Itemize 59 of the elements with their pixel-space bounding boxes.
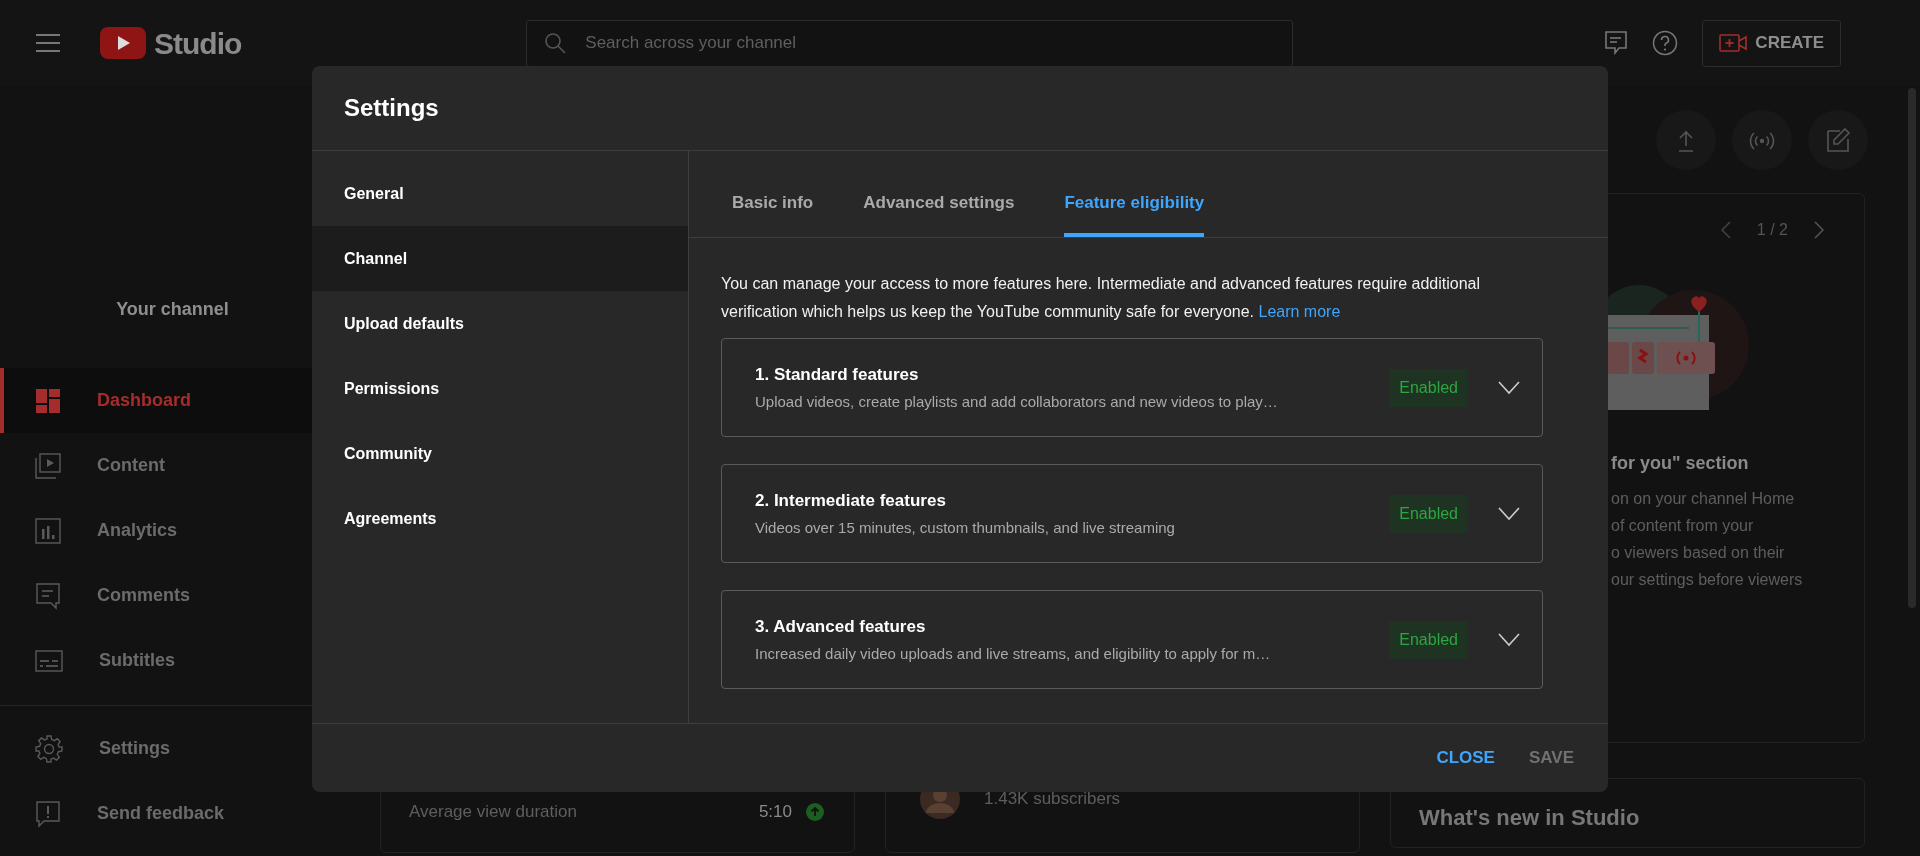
chevron-down-icon[interactable] bbox=[1498, 632, 1520, 647]
scrollbar[interactable] bbox=[1908, 88, 1916, 608]
sidebar-item[interactable]: Comments bbox=[0, 563, 345, 628]
feature-card[interactable]: 2. Intermediate features Videos over 15 minutes, custom thumbnails, and live streaming Enabled bbox=[721, 464, 1543, 563]
status-badge: Enabled bbox=[1389, 368, 1468, 407]
subscriber-count: 1.43K subscribers bbox=[984, 788, 1121, 811]
channel-label: Your channel bbox=[115, 298, 230, 321]
feature-title: 3. Advanced features bbox=[755, 616, 927, 638]
learn-more-link[interactable]: Learn more bbox=[1258, 303, 1341, 320]
menu-icon[interactable] bbox=[36, 34, 60, 52]
logo-icon bbox=[100, 27, 146, 59]
sidebar-item[interactable]: Settings bbox=[0, 716, 345, 781]
bar-chart-icon bbox=[35, 517, 61, 544]
dashboard-icon bbox=[35, 387, 61, 414]
video-camera-icon bbox=[1719, 33, 1748, 53]
carousel-counter: 1 / 2 bbox=[1756, 220, 1788, 240]
card-heading: for you" section bbox=[1611, 452, 1750, 475]
intro-text: You can manage your access to more features here. Intermediate and advanced features require additional verification which helps us keep the YouTube community safe for everyone. Learn more bbox=[721, 274, 1481, 322]
chevron-left-icon[interactable] bbox=[1720, 221, 1731, 239]
settings-nav-item[interactable]: Channel bbox=[312, 226, 688, 291]
logo-text: Studio bbox=[154, 25, 242, 62]
tab[interactable]: Feature eligibility bbox=[1064, 151, 1205, 237]
stat-value: 5:10 bbox=[758, 801, 792, 823]
feature-title: 2. Intermediate features bbox=[755, 490, 947, 512]
dialog-button[interactable]: CLOSE bbox=[1424, 739, 1507, 777]
chevron-down-icon[interactable] bbox=[1498, 506, 1520, 521]
chevron-down-icon[interactable] bbox=[1498, 380, 1520, 395]
feedback-icon[interactable] bbox=[1604, 30, 1629, 56]
card-text-line: our settings before viewers bbox=[1611, 570, 1804, 590]
subtitles-icon bbox=[35, 649, 63, 672]
feature-description: Upload videos, create playlists and add collaborators and new videos to play… bbox=[755, 391, 1279, 412]
settings-icon bbox=[35, 734, 63, 763]
search-icon bbox=[543, 31, 568, 55]
sidebar-item[interactable]: Send feedback bbox=[0, 781, 345, 846]
create-button[interactable]: CREATE bbox=[1702, 19, 1841, 67]
tab[interactable]: Basic info bbox=[732, 151, 814, 237]
video-library-icon bbox=[35, 452, 61, 479]
help-icon[interactable] bbox=[1652, 30, 1679, 56]
feature-description: Videos over 15 minutes, custom thumbnails, and live streaming bbox=[755, 517, 1176, 538]
feature-card[interactable]: 1. Standard features Upload videos, create playlists and add collaborators and new videos to play… Enabled bbox=[721, 338, 1543, 437]
dialog-title: Settings bbox=[344, 93, 439, 123]
card-text-line: of content from your bbox=[1611, 516, 1755, 536]
tab[interactable]: Advanced settings bbox=[863, 151, 1015, 237]
stat-label: Average view duration bbox=[409, 801, 577, 823]
edit-icon bbox=[1825, 125, 1851, 154]
card-text-line: o viewers based on their bbox=[1611, 543, 1786, 563]
card-text-line: on on your channel Home bbox=[1611, 489, 1796, 509]
search-box[interactable]: Search across your channel bbox=[526, 19, 1294, 67]
feature-card[interactable]: 3. Advanced features Increased daily video uploads and live streams, and eligibility to apply for m… Enabled bbox=[721, 590, 1543, 689]
sidebar-item[interactable]: Subtitles bbox=[0, 628, 345, 693]
whats-new-title: What's new in Studio bbox=[1419, 804, 1641, 832]
feedback-icon bbox=[35, 799, 61, 828]
search-field[interactable]: Search across your channel bbox=[583, 29, 1277, 57]
feature-description: Increased daily video uploads and live streams, and eligibility to apply for m… bbox=[755, 643, 1272, 664]
feature-title: 1. Standard features bbox=[755, 364, 920, 386]
comment-icon bbox=[35, 581, 61, 610]
status-badge: Enabled bbox=[1389, 494, 1468, 533]
chevron-right-icon[interactable] bbox=[1814, 221, 1824, 239]
status-badge: Enabled bbox=[1389, 620, 1468, 659]
